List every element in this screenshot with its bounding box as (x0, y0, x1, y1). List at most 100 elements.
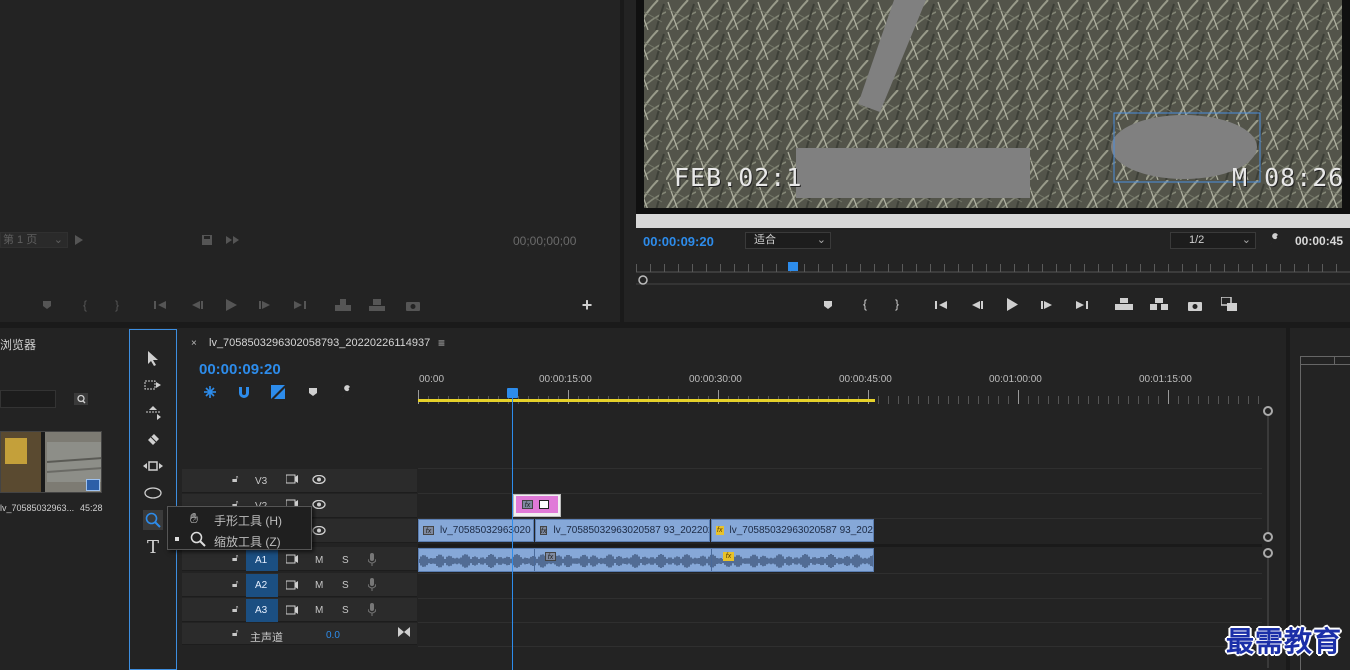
linked-selection-icon[interactable] (269, 383, 287, 401)
step-forward-icon[interactable] (256, 296, 274, 314)
type-tool-icon[interactable]: T (143, 537, 163, 558)
mark-out-icon[interactable]: } (108, 296, 126, 314)
solo-button[interactable]: S (342, 580, 349, 591)
go-to-in-icon[interactable] (933, 296, 951, 314)
a1-audio-clip[interactable]: fx fx (418, 548, 874, 572)
audio-zoom-handle[interactable] (1263, 548, 1273, 558)
video-audio-divider[interactable] (418, 544, 1262, 547)
work-area-bar[interactable] (418, 399, 875, 402)
sequence-tab-title[interactable]: lv_7058503296302058793_20220226114937 (209, 337, 430, 349)
sync-lock-icon[interactable] (285, 554, 298, 567)
solo-button[interactable]: S (342, 555, 349, 566)
master-jump-icon[interactable] (398, 627, 410, 640)
lock-icon[interactable]: 🔓︎ (232, 604, 238, 615)
sequence-menu-icon[interactable]: ≡ (438, 336, 445, 350)
track-header-master[interactable] (182, 623, 417, 645)
eye-icon[interactable] (312, 499, 326, 512)
add-button-icon[interactable]: + (578, 295, 596, 315)
step-forward-icon[interactable] (1038, 296, 1056, 314)
program-resolution-select[interactable]: 1/2 ⌄ (1170, 232, 1256, 249)
go-to-out-icon[interactable] (290, 296, 308, 314)
insert-icon[interactable] (334, 296, 352, 314)
slip-tool-icon[interactable] (143, 456, 163, 476)
step-back-icon[interactable] (968, 296, 986, 314)
compare-view-icon[interactable] (1220, 295, 1238, 313)
timeline-timecode[interactable]: 00:00:09:20 (199, 361, 281, 378)
add-marker-icon[interactable] (304, 383, 322, 401)
program-scrub-bar[interactable] (636, 214, 1350, 228)
extract-icon[interactable] (1150, 295, 1168, 313)
go-to-in-icon[interactable] (152, 296, 170, 314)
vertical-scrollbar[interactable] (1267, 416, 1269, 534)
mute-button[interactable]: M (315, 580, 323, 591)
sync-lock-icon[interactable] (285, 580, 298, 593)
mute-button[interactable]: M (315, 555, 323, 566)
lock-icon[interactable]: 🔓︎ (232, 553, 238, 564)
v1-clip-1[interactable]: fx lv_70585032963020 (418, 519, 534, 542)
track-select-tool-icon[interactable] (143, 375, 163, 395)
lift-icon[interactable] (1115, 295, 1133, 313)
add-marker-icon[interactable] (819, 296, 837, 314)
vertical-zoom-handle-mid[interactable] (1263, 532, 1273, 542)
eye-icon[interactable] (312, 474, 326, 487)
solo-button[interactable]: S (342, 605, 349, 616)
menu-item-hand-tool[interactable]: ✋︎ 手形工具 (H) (168, 509, 311, 528)
sync-lock-icon[interactable] (285, 605, 298, 618)
lock-icon[interactable]: 🔓︎ (232, 579, 238, 590)
track-header-a2[interactable] (182, 573, 417, 597)
wrench-icon[interactable] (1266, 231, 1284, 249)
program-zoom-select[interactable]: 适合 ⌄ (745, 232, 831, 249)
mark-in-icon[interactable]: { (76, 296, 94, 314)
add-marker-icon[interactable] (38, 296, 56, 314)
snap-magnet-icon[interactable] (235, 383, 253, 401)
zoom-tool-icon[interactable] (143, 510, 163, 530)
search-filter-icon[interactable] (72, 390, 90, 408)
project-item-thumbnail[interactable] (0, 431, 102, 493)
timeline-settings-wrench-icon[interactable] (338, 383, 356, 401)
v2-graphic-clip[interactable]: fx (513, 494, 561, 517)
play-icon[interactable] (70, 231, 88, 249)
ripple-edit-tool-icon[interactable] (143, 402, 163, 422)
ellipse-tool-icon[interactable] (143, 483, 163, 503)
step-back-icon[interactable] (188, 296, 206, 314)
microphone-icon[interactable] (367, 603, 377, 619)
program-timecode[interactable]: 00:00:09:20 (643, 234, 714, 249)
program-mini-ruler[interactable] (636, 262, 1350, 286)
razor-tool-icon[interactable] (143, 429, 163, 449)
program-video-frame[interactable]: FEB.02:1 M 08:26 (636, 0, 1350, 214)
lock-icon[interactable]: 🔓︎ (232, 474, 238, 485)
program-playhead[interactable] (788, 262, 798, 271)
camera-icon[interactable] (404, 296, 422, 314)
track-header-a1[interactable] (182, 547, 417, 571)
play-button-icon[interactable] (222, 296, 240, 314)
lock-icon[interactable]: 🔓︎ (232, 628, 238, 639)
track-header-v3[interactable] (182, 469, 417, 493)
play-button-icon[interactable] (1003, 295, 1021, 313)
v1-clip-2[interactable]: fx lv_70585032963020587 93_202202 (535, 519, 710, 542)
mark-out-icon[interactable]: } (888, 295, 906, 313)
mute-button[interactable]: M (315, 605, 323, 616)
go-to-out-icon[interactable] (1072, 296, 1090, 314)
project-panel-title[interactable]: 浏览器 (0, 336, 36, 353)
project-search-input[interactable] (0, 390, 56, 408)
nest-toggle-icon[interactable] (201, 383, 219, 401)
v1-clip-3[interactable]: fx lv_70585032963020587 93_202 (711, 519, 874, 542)
eye-icon[interactable] (312, 525, 326, 538)
source-page-select[interactable]: 第 1 页 ⌄ (0, 232, 68, 248)
mark-in-icon[interactable]: { (856, 295, 874, 313)
track-header-a3[interactable] (182, 598, 417, 622)
camera-icon[interactable] (1186, 296, 1204, 314)
timeline-playhead-line[interactable] (512, 398, 513, 670)
close-tab-icon[interactable]: × (191, 338, 197, 349)
export-frame-icon[interactable] (198, 231, 216, 249)
menu-item-zoom-tool[interactable]: 缩放工具 (Z) (168, 530, 311, 549)
master-volume-value[interactable]: 0.0 (326, 630, 340, 641)
sync-lock-icon[interactable] (285, 474, 298, 487)
overwrite-icon[interactable] (368, 296, 386, 314)
fast-forward-icon[interactable] (224, 231, 242, 249)
microphone-icon[interactable] (367, 553, 377, 569)
selection-tool-icon[interactable] (143, 348, 163, 368)
vertical-zoom-handle-top[interactable] (1263, 406, 1273, 416)
project-item-name[interactable]: lv_70585032963... (0, 503, 74, 513)
timeline-playhead-handle[interactable] (507, 388, 518, 398)
